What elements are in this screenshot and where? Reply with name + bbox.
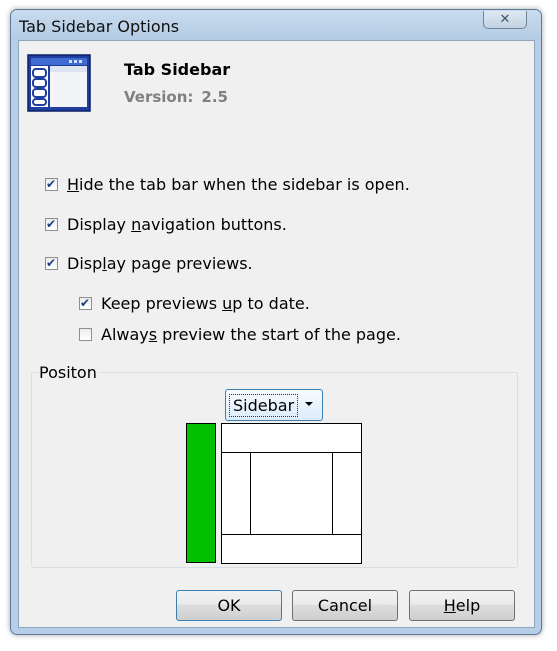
page-previews-option[interactable]: Display page previews. [45, 254, 253, 273]
ok-button[interactable]: OK [176, 590, 282, 621]
keep-previews-updated-option[interactable]: Keep previews up to date. [79, 294, 310, 313]
hide-tab-bar-checkbox[interactable] [45, 176, 58, 192]
preview-page-start-option[interactable]: Always preview the start of the page. [79, 325, 401, 344]
window-with-sidebar-icon [27, 54, 91, 112]
help-button[interactable]: Help [409, 590, 515, 621]
dialog-window: Tab Sidebar Options ✕ Tab Sidebar Versio… [10, 9, 542, 635]
window-title: Tab Sidebar Options [19, 17, 180, 36]
version-label: Version: [124, 88, 194, 106]
preview-page-start-checkbox[interactable] [79, 328, 92, 341]
close-button[interactable]: ✕ [483, 11, 527, 29]
title-bar[interactable]: Tab Sidebar Options ✕ [11, 10, 541, 40]
page-previews-label: Display page previews. [67, 254, 253, 273]
cancel-button[interactable]: Cancel [292, 590, 398, 621]
dropdown-arrow-icon [305, 402, 313, 406]
dialog-client-area: Tab Sidebar Version: 2.5 Hide the tab bar… [18, 40, 535, 628]
position-select-value: Sidebar [229, 393, 299, 417]
navigation-buttons-label: Display navigation buttons. [67, 215, 287, 234]
sidebar-preview [186, 423, 216, 563]
position-select[interactable]: Sidebar [225, 389, 323, 421]
preview-bottom-region [222, 534, 361, 563]
keep-previews-updated-checkbox[interactable] [79, 295, 92, 311]
hide-tab-bar-label: Hide the tab bar when the sidebar is ope… [67, 175, 410, 194]
page-previews-checkbox[interactable] [45, 255, 58, 271]
version-value: 2.5 [201, 88, 228, 106]
position-group-label: Positon [39, 363, 100, 382]
keep-previews-updated-label: Keep previews up to date. [101, 294, 310, 313]
preview-page-start-label: Always preview the start of the page. [101, 325, 401, 344]
app-name: Tab Sidebar [124, 60, 231, 79]
page-layout-preview [221, 423, 362, 564]
close-icon: ✕ [499, 12, 511, 27]
preview-top-region [222, 424, 361, 453]
preview-right-divider [332, 452, 333, 535]
navigation-buttons-option[interactable]: Display navigation buttons. [45, 215, 287, 234]
navigation-buttons-checkbox[interactable] [45, 216, 58, 232]
hide-tab-bar-option[interactable]: Hide the tab bar when the sidebar is ope… [45, 175, 410, 194]
preview-left-divider [250, 452, 251, 535]
version-row: Version: 2.5 [124, 88, 228, 106]
